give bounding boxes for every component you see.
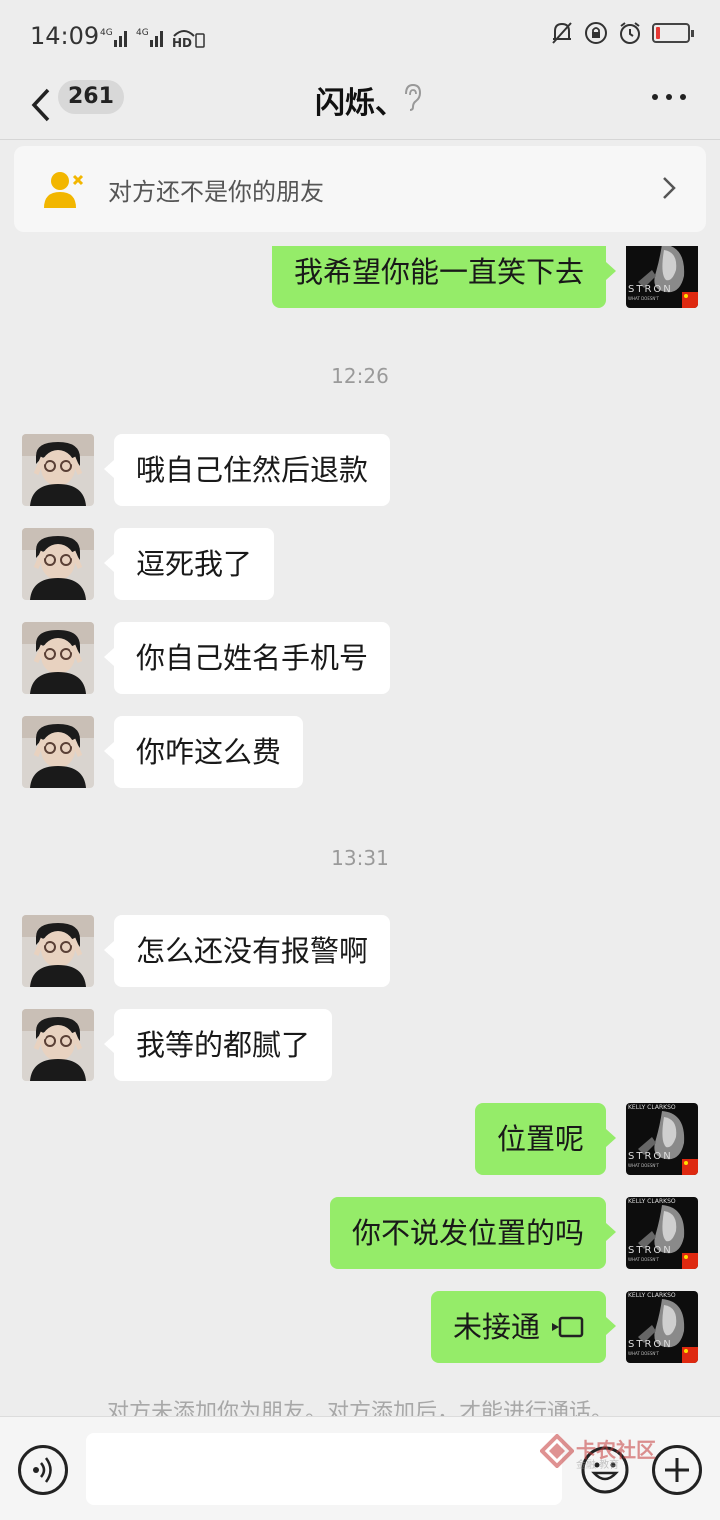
message-row: 未接通 KELLY CLARKSO STRON WHAT DOESN'T (0, 1291, 720, 1363)
banner-text: 对方还不是你的朋友 (108, 178, 324, 206)
watermark: 卡农社区 金融 教育 (540, 1432, 670, 1472)
missed-call-bubble[interactable]: 未接通 (430, 1291, 617, 1363)
message-bubble-outgoing[interactable]: 我希望你能一直笑下去 (271, 246, 617, 308)
my-avatar[interactable]: KELLY CLARKSO STRON WHAT DOESN'T (626, 246, 698, 308)
message-row: 我等的都腻了 (0, 1009, 720, 1081)
signal-icon: 4G (136, 28, 163, 47)
battery-level (656, 27, 660, 39)
message-list[interactable]: 我希望你能一直笑下去 KELLY CLARKSO STRON WHAT DOES… (0, 246, 720, 1416)
friend-avatar[interactable] (22, 716, 94, 788)
message-row: 你不说发位置的吗 KELLY CLARKSO STRON WHAT DOESN'… (0, 1197, 720, 1269)
watermark-subtext: 金融 教育 (576, 1460, 620, 1471)
system-note: 对方未添加你为朋友。对方添加后，才能进行通话。 (106, 1400, 613, 1416)
svg-text:WHAT DOESN'T: WHAT DOESN'T (628, 296, 659, 301)
message-bubble-incoming[interactable]: 哦自己住然后退款 (103, 434, 391, 506)
timestamp: 13:31 (331, 846, 389, 870)
svg-text:4G: 4G (136, 28, 149, 38)
message-row: 怎么还没有报警啊 (0, 915, 720, 987)
missed-call-icon (552, 1316, 584, 1338)
svg-text:STRON: STRON (628, 284, 673, 295)
timestamp: 12:26 (331, 364, 389, 388)
mute-bell-icon (552, 22, 572, 44)
chevron-right-icon (663, 177, 676, 199)
alarm-icon (620, 22, 640, 44)
my-avatar[interactable]: KELLY CLARKSO STRON WHAT DOESN'T (626, 1291, 698, 1363)
chat-header: 261 闪烁、 (0, 70, 720, 140)
message-bubble-outgoing[interactable]: 位置呢 (474, 1103, 617, 1175)
svg-text:KELLY CLARKSO: KELLY CLARKSO (628, 1292, 676, 1299)
svg-text:STRON: STRON (628, 1151, 673, 1162)
ear-icon (405, 83, 422, 111)
more-icon[interactable] (652, 90, 686, 104)
message-row: 我希望你能一直笑下去 KELLY CLARKSO STRON WHAT DOES… (0, 246, 720, 308)
friend-avatar[interactable] (22, 528, 94, 600)
message-row: 逗死我了 (0, 528, 720, 600)
svg-text:WHAT DOESN'T: WHAT DOESN'T (628, 1163, 659, 1168)
svg-text:4G: 4G (100, 28, 113, 38)
status-bar: 14:09 4G 4G HD (0, 0, 720, 70)
hd-icon: HD (172, 30, 205, 48)
status-right (550, 20, 694, 46)
message-row: 位置呢 KELLY CLARKSO STRON WHAT DOESN'T (0, 1103, 720, 1175)
svg-text:KELLY CLARKSO: KELLY CLARKSO (628, 1104, 676, 1111)
svg-text:WHAT DOESN'T: WHAT DOESN'T (628, 1351, 659, 1356)
missed-call-label: 未接通 (452, 1310, 540, 1344)
svg-text:WHAT DOESN'T: WHAT DOESN'T (628, 1257, 659, 1262)
voice-icon (33, 1457, 52, 1483)
svg-text:STRON: STRON (628, 1245, 673, 1256)
chat-title: 闪烁、 (315, 86, 405, 121)
status-time: 14:09 (30, 22, 100, 50)
message-row: 你咋这么费 (0, 716, 720, 788)
friend-avatar[interactable] (22, 915, 94, 987)
voice-button[interactable] (18, 1445, 68, 1495)
svg-text:STRON: STRON (628, 1339, 673, 1350)
friend-avatar[interactable] (22, 622, 94, 694)
signal-icon: 4G (100, 28, 127, 47)
message-bubble-incoming[interactable]: 你自己姓名手机号 (103, 622, 391, 694)
message-row: 哦自己住然后退款 (0, 434, 720, 506)
add-friend-icon (44, 172, 84, 208)
rotation-lock-icon (585, 22, 607, 44)
my-avatar[interactable]: KELLY CLARKSO STRON WHAT DOESN'T (626, 1103, 698, 1175)
message-bubble-incoming[interactable]: 逗死我了 (103, 528, 275, 600)
message-row: 你自己姓名手机号 (0, 622, 720, 694)
not-friend-banner[interactable]: 对方还不是你的朋友 (14, 146, 706, 232)
watermark-logo-icon (540, 1434, 574, 1468)
friend-avatar[interactable] (22, 434, 94, 506)
message-bubble-incoming[interactable]: 我等的都腻了 (103, 1009, 333, 1081)
svg-text:HD: HD (172, 36, 192, 48)
message-input[interactable] (86, 1433, 562, 1505)
signal-indicators: 4G 4G HD (100, 22, 206, 48)
friend-avatar[interactable] (22, 1009, 94, 1081)
my-avatar[interactable]: KELLY CLARKSO STRON WHAT DOESN'T (626, 1197, 698, 1269)
battery-icon (652, 23, 694, 43)
svg-text:KELLY CLARKSO: KELLY CLARKSO (628, 1198, 676, 1205)
message-bubble-incoming[interactable]: 怎么还没有报警啊 (103, 915, 391, 987)
message-bubble-incoming[interactable]: 你咋这么费 (103, 716, 304, 788)
message-bubble-outgoing[interactable]: 你不说发位置的吗 (329, 1197, 617, 1269)
